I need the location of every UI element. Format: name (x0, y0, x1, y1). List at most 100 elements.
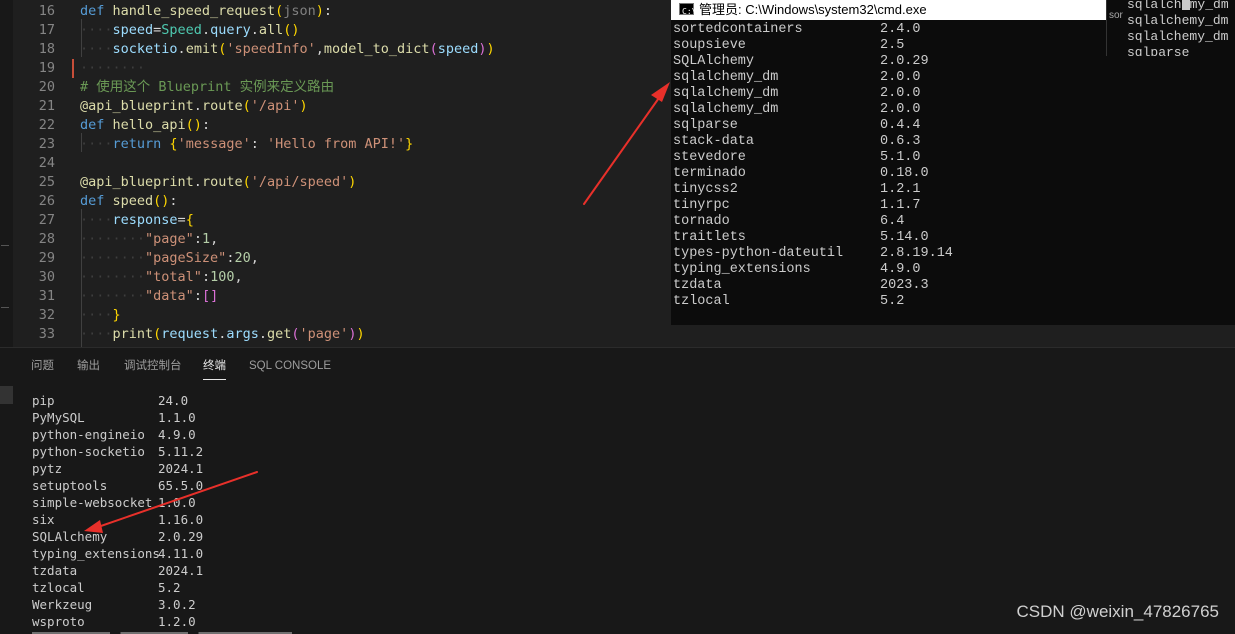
panel-tab[interactable]: SQL CONSOLE (249, 357, 331, 379)
cmd-side-window[interactable]: sor sqlalch my_dm sqlalchemy_dm sqlalchem… (1106, 0, 1235, 56)
package-version: 6.4 (880, 214, 905, 229)
code-token: json (283, 3, 316, 19)
package-name: sqlalchemy_dm (673, 102, 779, 117)
code-token: route (201, 98, 243, 114)
package-version: 5.2 (158, 580, 181, 595)
code-token: 'page' (299, 326, 349, 342)
code-token: ········ (80, 288, 146, 304)
code-token: { (185, 212, 194, 228)
code-token: @api_blueprint (80, 174, 194, 190)
package-name: sqlparse (673, 118, 738, 133)
package-name: tzdata (673, 278, 722, 293)
panel-activity-strip (0, 348, 13, 634)
code-token: ···· (80, 212, 113, 228)
code-line[interactable]: 20 # 使用这个 Blueprint 实例来定义路由 (13, 78, 671, 97)
code-token: } (112, 307, 121, 323)
package-version: 0.4.4 (880, 118, 921, 133)
code-token: ···· (80, 307, 113, 323)
panel-tab[interactable]: 终端 (203, 357, 226, 380)
code-token: Speed (161, 22, 202, 38)
code-line[interactable]: 17 ····speed=Speed.query.all() (13, 21, 671, 40)
code-line[interactable]: 32 ····} (13, 306, 671, 325)
code-token: () (153, 193, 170, 209)
code-token: : (193, 231, 202, 247)
code-token: ···· (80, 22, 113, 38)
code-token: ) (356, 326, 365, 342)
code-line[interactable]: 26 def speed(): (13, 192, 671, 211)
line-number: 16 (38, 3, 55, 19)
panel-tab[interactable]: 输出 (77, 357, 100, 379)
code-text: ········"data":[] (80, 287, 218, 306)
code-line[interactable]: 27 ····response={ (13, 211, 671, 230)
activity-divider (1, 245, 9, 246)
code-token: ) (486, 41, 495, 57)
panel-tab[interactable]: 问题 (31, 357, 54, 379)
line-number: 23 (38, 136, 55, 152)
code-token: ········ (80, 269, 146, 285)
code-line[interactable]: 16 def handle_speed_request(json): (13, 2, 671, 21)
package-version: 2.0.0 (880, 70, 921, 85)
code-token: response (112, 212, 178, 228)
package-name: tzlocal (32, 580, 85, 595)
package-name: PyMySQL (32, 410, 85, 425)
code-token: ( (242, 174, 251, 190)
line-number: 28 (38, 231, 55, 247)
code-token: request (161, 326, 219, 342)
code-token: print (112, 326, 154, 342)
package-name: pip (32, 393, 55, 408)
package-version: 5.1.0 (880, 150, 921, 165)
code-line[interactable]: 23 ····return {'message': 'Hello from API… (13, 135, 671, 154)
code-line[interactable]: 31 ········"data":[] (13, 287, 671, 306)
package-name: python-socketio (32, 444, 145, 459)
code-token: "data" (145, 288, 194, 304)
code-token: . (258, 326, 267, 342)
code-text: def speed(): (80, 192, 178, 211)
code-token: 'message' (177, 136, 251, 152)
line-number: 24 (38, 155, 55, 171)
line-number: 26 (38, 193, 55, 209)
code-line[interactable]: 29 ········"pageSize":20, (13, 249, 671, 268)
code-line[interactable]: 25 @api_blueprint.route('/api/speed') (13, 173, 671, 192)
code-token: args (226, 326, 259, 342)
code-token: () (283, 22, 300, 38)
code-line[interactable]: 21 @api_blueprint.route('/api') (13, 97, 671, 116)
cmd-window[interactable]: C:\ 管理员: C:\Windows\system32\cmd.exe sor… (671, 0, 1235, 325)
code-token: . (201, 22, 211, 38)
code-token: : (201, 117, 211, 133)
package-version: 0.18.0 (880, 166, 929, 181)
code-token: query (210, 22, 251, 38)
package-name: Werkzeug (32, 597, 93, 612)
package-version: 1.1.7 (880, 198, 921, 213)
code-token: ( (429, 41, 438, 57)
code-line[interactable]: 30 ········"total":100, (13, 268, 671, 287)
code-line[interactable]: 22 def hello_api(): (13, 116, 671, 135)
code-token: ( (291, 326, 300, 342)
package-name: typing_extensions (673, 262, 811, 277)
panel-tab[interactable]: 调试控制台 (124, 357, 182, 379)
package-name: six (32, 512, 55, 527)
code-text: @api_blueprint.route('/api/speed') (80, 173, 356, 192)
code-line[interactable]: 24 (13, 154, 671, 173)
code-line[interactable]: 28 ········"page":1, (13, 230, 671, 249)
package-version: 2024.1 (158, 461, 204, 476)
code-token: def (80, 193, 113, 209)
code-token: '/api/speed' (250, 174, 349, 190)
code-token: 'speedInfo' (226, 41, 316, 57)
code-token: def (80, 117, 113, 133)
activity-divider (1, 307, 9, 308)
code-line[interactable]: 18 ····socketio.emit ('speedInfo',model_to… (13, 40, 671, 59)
watermark: CSDN @weixin_47826765 (1016, 602, 1219, 621)
code-token: speed (112, 22, 154, 38)
cmd-titlebar[interactable]: C:\ 管理员: C:\Windows\system32\cmd.exe (671, 0, 1107, 20)
code-editor[interactable]: 16 def handle_speed_request(json): 17 ····s… (13, 0, 671, 347)
package-name: SQLAlchemy (673, 54, 755, 69)
code-line[interactable]: 33 ····print(request.args.get('page')) (13, 325, 671, 344)
package-version: 4.9.0 (158, 427, 196, 442)
code-token: : (193, 288, 202, 304)
code-token: get (267, 326, 292, 342)
code-token: socketio (112, 41, 178, 57)
code-line[interactable]: 19 ········ (13, 59, 671, 78)
package-name: types-python-dateutil (673, 246, 844, 261)
package-version: 2.8.19.14 (880, 246, 953, 261)
package-name: soupsieve (673, 38, 746, 53)
